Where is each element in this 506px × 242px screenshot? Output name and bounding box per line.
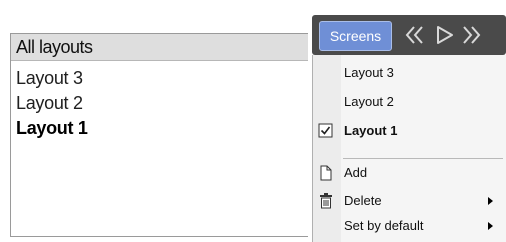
checkbox-checked-icon (317, 122, 335, 140)
screens-dropdown-menu: Layout 3 Layout 2 Layout 1 Add Delete Se… (312, 55, 506, 242)
layout-item-layout-3[interactable]: Layout 3 (16, 65, 308, 90)
menu-item-label: Layout 1 (344, 123, 398, 138)
menu-item-add[interactable]: Add (313, 160, 506, 186)
screens-toolbar: Screens (312, 15, 506, 55)
menu-item-layout-2[interactable]: Layout 2 (313, 89, 506, 115)
menu-item-label: Add (344, 165, 368, 180)
menu-item-label: Layout 3 (344, 65, 394, 80)
double-chevron-left-icon[interactable] (404, 24, 426, 46)
trash-icon (317, 192, 335, 210)
menu-item-layout-3[interactable]: Layout 3 (313, 60, 506, 86)
double-chevron-right-icon[interactable] (460, 24, 482, 46)
submenu-arrow-icon (488, 197, 493, 205)
menu-item-set-by-default[interactable]: Set by default (313, 213, 506, 239)
screens-button[interactable]: Screens (319, 21, 392, 51)
layouts-list-panel: All layouts Layout 3 Layout 2 Layout 1 (10, 33, 308, 237)
menu-separator (343, 158, 503, 159)
menu-item-label: Layout 2 (344, 94, 394, 109)
menu-item-layout-1[interactable]: Layout 1 (313, 118, 506, 144)
layouts-list: Layout 3 Layout 2 Layout 1 (11, 61, 308, 140)
layout-item-layout-2[interactable]: Layout 2 (16, 90, 308, 115)
submenu-arrow-icon (488, 222, 493, 230)
layout-item-layout-1[interactable]: Layout 1 (16, 115, 308, 140)
all-layouts-header[interactable]: All layouts (11, 34, 308, 61)
menu-item-delete[interactable]: Delete (313, 188, 506, 214)
menu-item-label: Delete (344, 193, 382, 208)
new-page-icon (317, 164, 335, 182)
play-icon[interactable] (434, 24, 456, 46)
menu-item-label: Set by default (344, 218, 424, 233)
